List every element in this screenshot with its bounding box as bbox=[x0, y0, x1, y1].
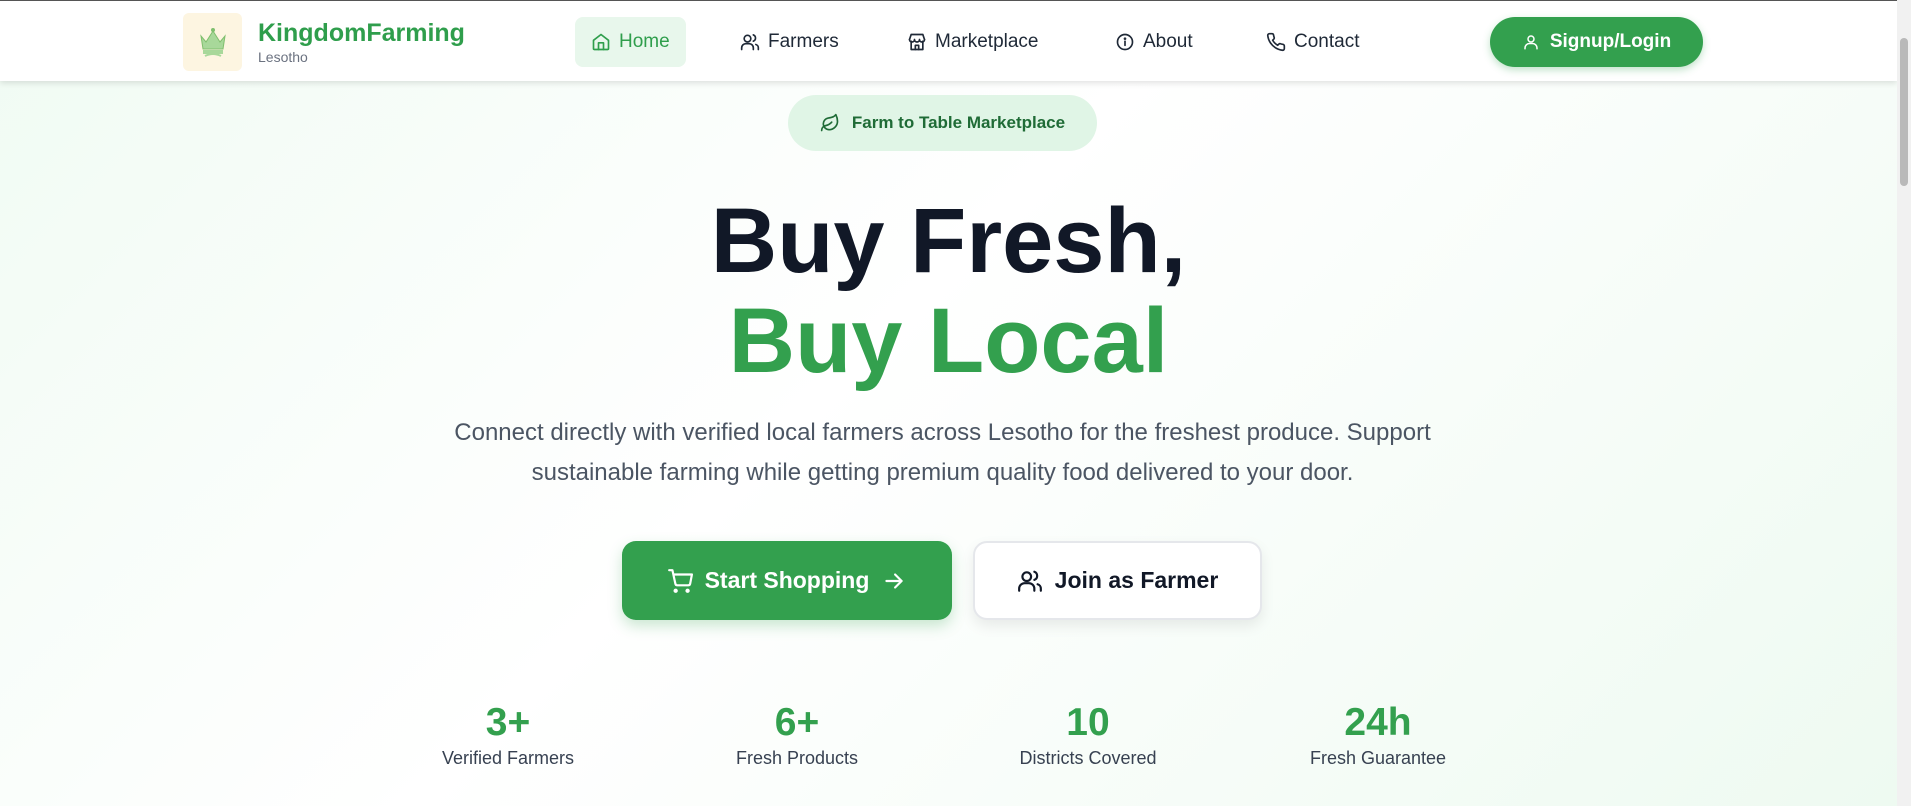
start-shopping-button[interactable]: Start Shopping bbox=[622, 541, 952, 620]
nav-farmers[interactable]: Farmers bbox=[724, 17, 855, 67]
nav-contact[interactable]: Contact bbox=[1250, 17, 1375, 67]
vertical-scrollbar[interactable] bbox=[1897, 0, 1911, 806]
stat-verified-farmers: 3+ Verified Farmers bbox=[388, 700, 628, 769]
users-icon bbox=[740, 34, 760, 51]
signup-login-label: Signup/Login bbox=[1549, 31, 1672, 52]
nav-about-label: About bbox=[1143, 31, 1193, 52]
crown-logo-icon bbox=[199, 28, 226, 57]
nav-contact-label: Contact bbox=[1294, 31, 1360, 52]
stat-label: Verified Farmers bbox=[441, 748, 575, 768]
stat-value: 3+ bbox=[485, 701, 531, 744]
stat-fresh-guarantee: 24h Fresh Guarantee bbox=[1258, 700, 1498, 769]
brand-subtitle: Lesotho bbox=[258, 49, 308, 65]
leaf-icon bbox=[820, 113, 839, 132]
brand-name[interactable]: KingdomFarming bbox=[258, 19, 465, 48]
hero-tag-pill: Farm to Table Marketplace bbox=[788, 95, 1097, 151]
join-as-farmer-label: Join as Farmer bbox=[1054, 567, 1219, 593]
hero-description: Connect directly with verified local far… bbox=[454, 419, 1431, 486]
cart-icon bbox=[667, 568, 693, 593]
page: KingdomFarming Lesotho Home Farmers Mark… bbox=[0, 0, 1897, 806]
nav-marketplace[interactable]: Marketplace bbox=[891, 17, 1055, 67]
stat-value: 24h bbox=[1344, 701, 1412, 744]
info-icon bbox=[1116, 33, 1134, 51]
arrow-right-icon bbox=[885, 572, 904, 589]
hero-tag-label: Farm to Table Marketplace bbox=[851, 113, 1066, 132]
top-navbar: KingdomFarming Lesotho Home Farmers Mark… bbox=[0, 0, 1897, 81]
nav-about[interactable]: About bbox=[1099, 17, 1209, 67]
start-shopping-label: Start Shopping bbox=[704, 567, 870, 593]
signup-login-button[interactable]: Signup/Login bbox=[1490, 17, 1703, 67]
stat-label: Fresh Guarantee bbox=[1309, 748, 1447, 768]
stat-label: Districts Covered bbox=[1019, 748, 1157, 768]
stat-fresh-products: 6+ Fresh Products bbox=[677, 700, 917, 769]
hero-headline-line2: Buy Local bbox=[728, 290, 1169, 392]
nav-marketplace-label: Marketplace bbox=[935, 31, 1039, 52]
logo[interactable] bbox=[183, 13, 242, 71]
stat-value: 6+ bbox=[774, 701, 820, 744]
stat-label: Fresh Products bbox=[735, 748, 859, 768]
nav-farmers-label: Farmers bbox=[768, 31, 839, 52]
stat-districts-covered: 10 Districts Covered bbox=[968, 700, 1208, 769]
stat-value: 10 bbox=[1066, 701, 1110, 744]
nav-home-label: Home bbox=[619, 31, 670, 52]
users-icon bbox=[1017, 570, 1042, 592]
nav-home[interactable]: Home bbox=[575, 17, 686, 67]
user-icon bbox=[1524, 35, 1538, 50]
scrollbar-thumb[interactable] bbox=[1900, 38, 1908, 186]
store-icon bbox=[908, 33, 926, 51]
home-icon bbox=[592, 33, 610, 51]
hero-headline-line1: Buy Fresh, bbox=[710, 190, 1187, 292]
phone-icon bbox=[1266, 32, 1286, 52]
join-as-farmer-button[interactable]: Join as Farmer bbox=[973, 541, 1262, 620]
